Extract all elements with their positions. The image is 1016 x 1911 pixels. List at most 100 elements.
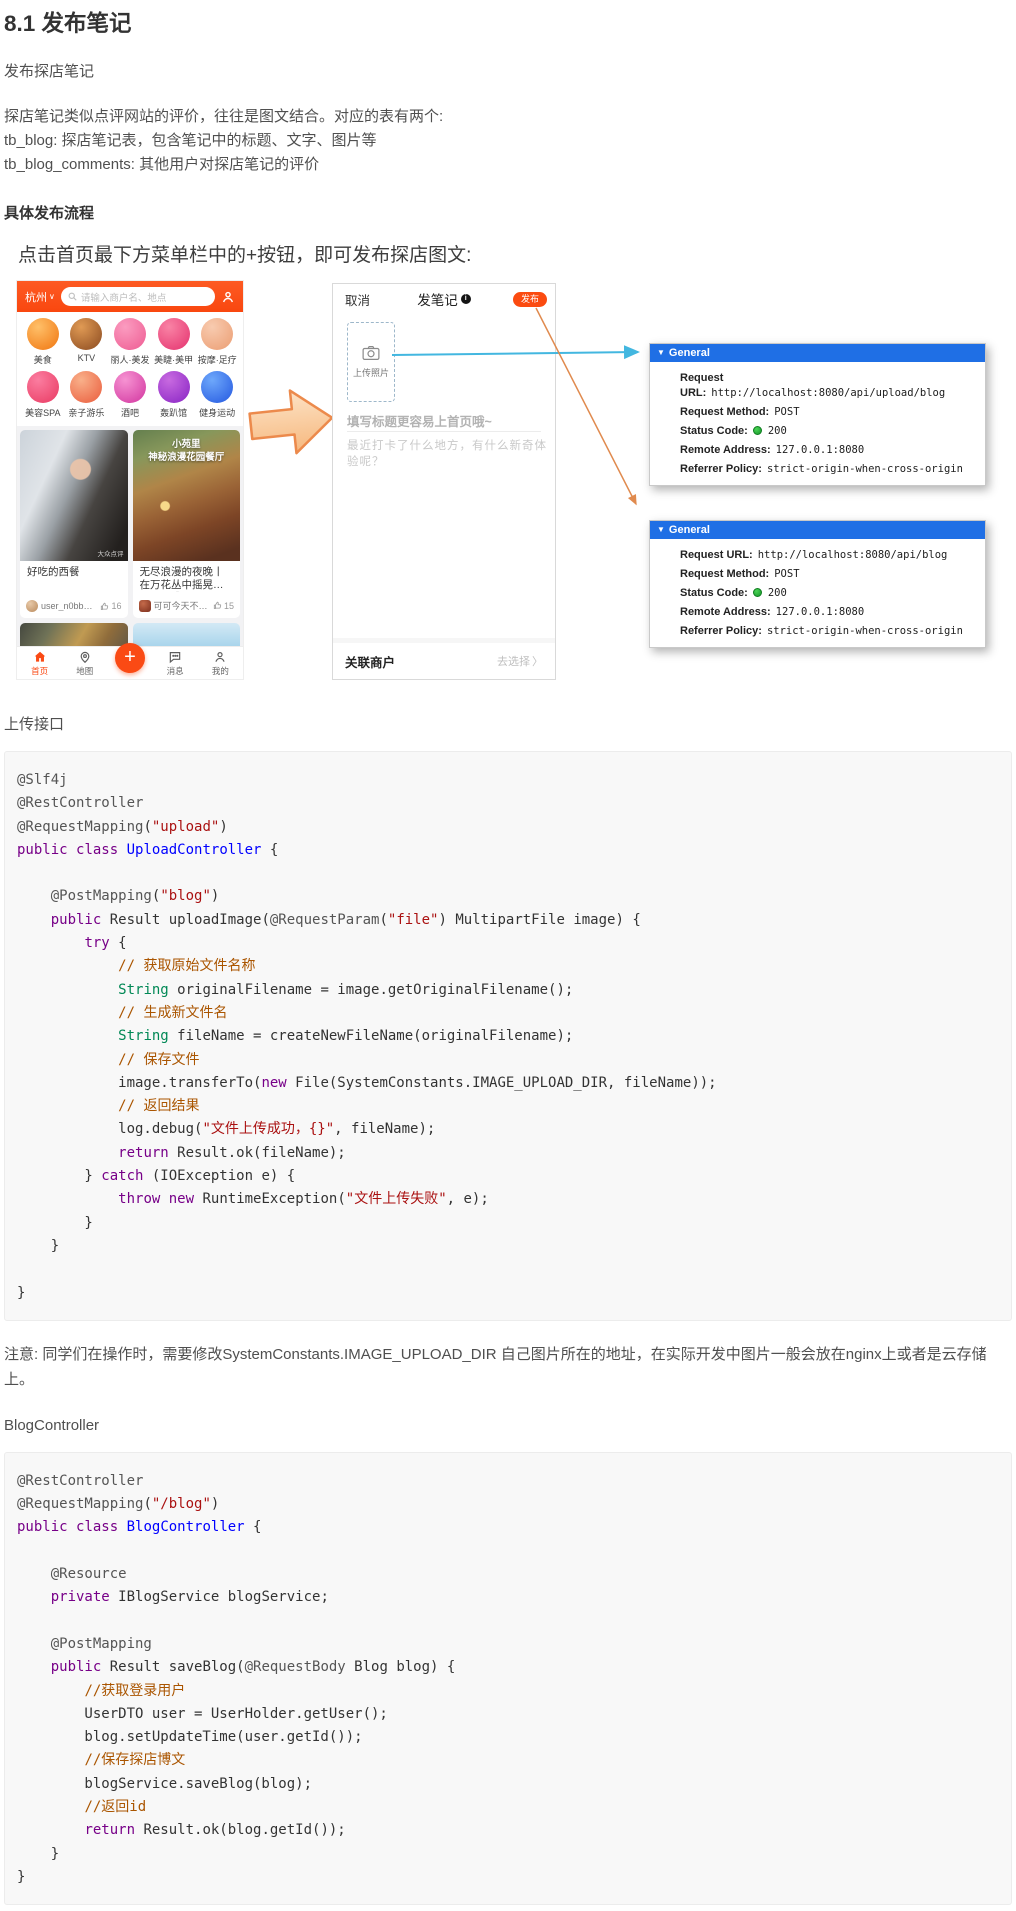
username: user_n0bb8mxw [41, 601, 97, 611]
chat-icon [168, 650, 182, 664]
plus-icon: + [124, 646, 136, 668]
nav-item-消息[interactable]: 消息 [157, 650, 193, 677]
code-line: //保存探店博文 [17, 1749, 999, 1772]
category-item[interactable]: 美容SPA [21, 371, 65, 419]
category-item[interactable]: 按摩·足疗 [195, 318, 239, 366]
category-label: 美食 [34, 353, 52, 366]
choose-shop-label: 去选择 [497, 653, 530, 669]
category-item[interactable]: 酒吧 [108, 371, 152, 419]
upload-photo-button[interactable]: 上传照片 [347, 322, 395, 402]
app-home-screenshot: 杭州 ∨ 请输入商户名、地点 美食 KTV丽人·美发美睫·美甲按摩·足疗美容SPA… [16, 280, 244, 680]
category-item[interactable]: 轰趴馆 [152, 371, 196, 419]
editor-footer: 关联商户 去选择 〉 [333, 638, 555, 679]
category-icon [114, 318, 146, 350]
page-title: 8.1 发布笔记 [4, 6, 1012, 38]
code-line: image.transferTo(new File(SystemConstant… [17, 1072, 999, 1095]
flow-arrow-icon [245, 379, 338, 465]
code-block-blog-controller: @RestController@RequestMapping("/blog")p… [4, 1452, 1012, 1905]
search-input[interactable]: 请输入商户名、地点 [61, 287, 215, 306]
category-label: 轰趴馆 [160, 406, 187, 419]
category-item[interactable]: 丽人·美发 [108, 318, 152, 366]
network-row: Referrer Policy:strict-origin-when-cross… [650, 622, 985, 641]
choose-shop-action[interactable]: 去选择 〉 [497, 653, 543, 669]
nav-item-我的[interactable]: 我的 [202, 650, 238, 677]
description-line: 探店笔记类似点评网站的评价，往往是图文结合。对应的表有两个: [4, 105, 1012, 129]
card-photo: 大众点评 [20, 430, 128, 561]
code-block-upload-controller: @Slf4j@RestController@RequestMapping("up… [4, 751, 1012, 1321]
row-label: Referrer Policy: [680, 463, 762, 475]
editor-title-text: 发笔记 [417, 289, 458, 309]
code-line: blogService.saveBlog(blog); [17, 1773, 999, 1796]
code-line: } [17, 1843, 999, 1866]
category-item[interactable]: 健身运动 [195, 371, 239, 419]
nav-label: 首页 [31, 665, 48, 677]
blog-controller-label: BlogController [4, 1414, 1012, 1438]
likes-count[interactable]: 15 [213, 601, 234, 611]
associate-shop-row[interactable]: 关联商户 去选择 〉 [333, 643, 555, 679]
feed-area: 大众点评好吃的西餐 user_n0bb8mxw16 小苑里神秘浪漫花园餐厅无尽浪漫的… [17, 426, 243, 669]
add-note-button[interactable]: + [115, 643, 145, 673]
publish-button[interactable]: 发布 [513, 292, 547, 307]
title-input[interactable]: 填写标题更容易上首页哦~ [347, 411, 492, 430]
category-item[interactable]: 美食 [21, 318, 65, 366]
category-icon [27, 371, 59, 403]
profile-icon[interactable] [221, 290, 235, 304]
row-label: Status Code: [680, 425, 748, 437]
panel-body: Request URL:http://localhost:8080/api/up… [650, 362, 985, 485]
category-label: 健身运动 [199, 406, 235, 419]
code-line: @RequestMapping("/blog") [17, 1493, 999, 1516]
cancel-button[interactable]: 取消 [345, 290, 370, 309]
note-editor-screenshot: 取消 发笔记 i 发布 上传照片 填写标题更容易上首页哦~ 最近打卡了什么地方，… [332, 283, 556, 680]
network-row: Status Code:200 [650, 422, 985, 441]
category-icon [70, 371, 102, 403]
feed-card[interactable]: 小苑里神秘浪漫花园餐厅无尽浪漫的夜晚丨在万花丛中摇晃着红酒杯🍷品战斧牛排可可今天… [133, 430, 241, 618]
row-value: strict-origin-when-cross-origin [767, 463, 963, 475]
user-icon [213, 650, 227, 664]
caret-down-icon: ∨ [49, 292, 55, 301]
category-item[interactable]: 美睫·美甲 [152, 318, 196, 366]
row-value: 127.0.0.1:8080 [776, 444, 865, 456]
category-icon [201, 318, 233, 350]
nav-label: 地图 [76, 665, 93, 677]
row-label: Remote Address: [680, 606, 771, 618]
category-icon [158, 371, 190, 403]
row-value: POST [774, 568, 799, 580]
note-text: 注意: 同学们在操作时，需要修改SystemConstants.IMAGE_UP… [4, 1342, 1012, 1392]
nav-item-add[interactable]: + [112, 653, 148, 673]
category-item[interactable]: 亲子游乐 [65, 371, 109, 419]
city-selector[interactable]: 杭州 ∨ [25, 289, 55, 305]
code-line: //获取登录用户 [17, 1680, 999, 1703]
code-line: @RequestMapping("upload") [17, 816, 999, 839]
code-line: // 获取原始文件名称 [17, 955, 999, 978]
network-row: Request Method:POST [650, 403, 985, 422]
nav-item-地图[interactable]: 地图 [67, 650, 103, 677]
code-line: String originalFilename = image.getOrigi… [17, 979, 999, 1002]
status-green-dot-icon [753, 426, 762, 435]
map-pin-icon [78, 650, 92, 664]
likes-count[interactable]: 16 [100, 601, 121, 611]
code-line [17, 1258, 999, 1281]
row-label: Request URL: [680, 549, 753, 561]
info-icon[interactable]: i [461, 294, 471, 304]
row-value: 200 [768, 587, 787, 599]
thumb-up-icon [213, 601, 222, 610]
code-line: } [17, 1866, 999, 1889]
card-photo: 小苑里神秘浪漫花园餐厅 [133, 430, 241, 561]
panel-header[interactable]: ▼General [650, 521, 985, 539]
panel-header[interactable]: ▼General [650, 344, 985, 362]
search-placeholder: 请输入商户名、地点 [81, 290, 167, 304]
network-row: Remote Address:127.0.0.1:8080 [650, 603, 985, 622]
collapse-triangle-icon: ▼ [657, 348, 665, 357]
category-item[interactable]: KTV [65, 318, 109, 366]
nav-item-首页[interactable]: 首页 [22, 650, 58, 677]
code-line: // 生成新文件名 [17, 1002, 999, 1025]
code-line: public Result saveBlog(@RequestBody Blog… [17, 1656, 999, 1679]
card-title: 好吃的西餐 [20, 561, 128, 579]
content-input[interactable]: 最近打卡了什么地方，有什么新奇体验呢？ [347, 437, 555, 469]
code-line: // 返回结果 [17, 1095, 999, 1118]
code-line: @Resource [17, 1563, 999, 1586]
row-label: Referrer Policy: [680, 625, 762, 637]
editor-header: 取消 发笔记 i 发布 [333, 284, 555, 314]
chevron-right-icon: 〉 [532, 653, 543, 669]
feed-card[interactable]: 大众点评好吃的西餐 user_n0bb8mxw16 [20, 430, 128, 618]
